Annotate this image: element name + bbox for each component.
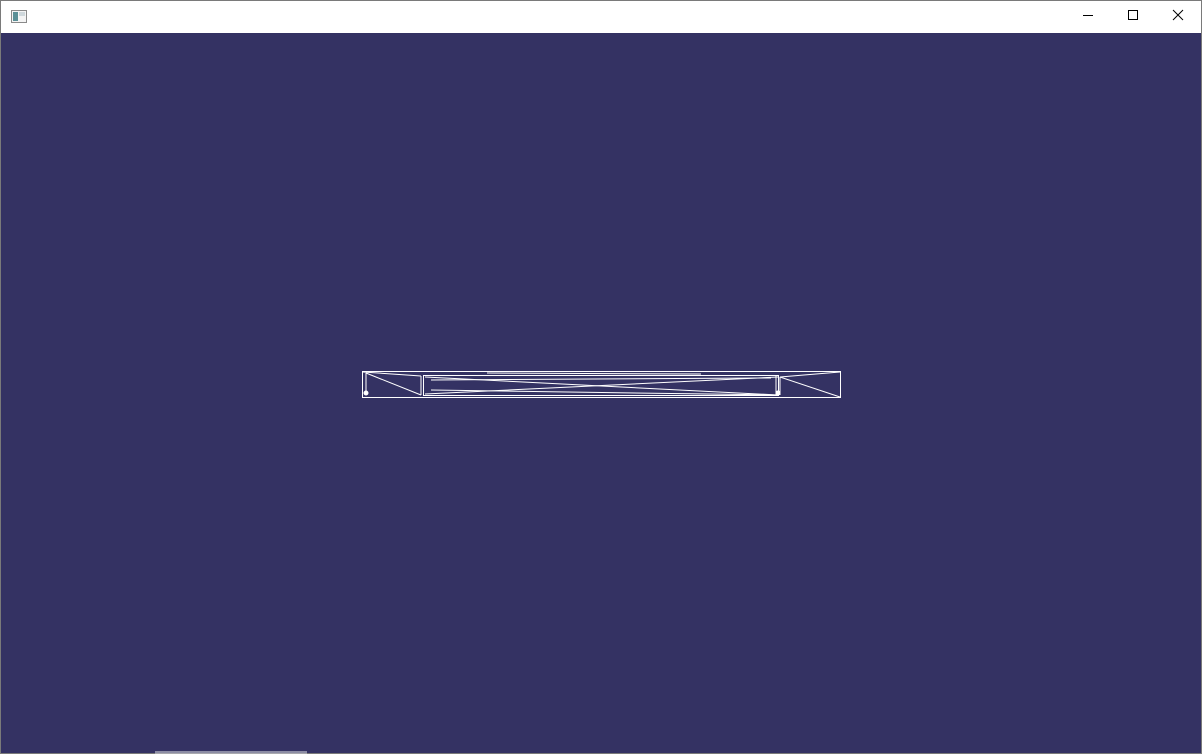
app-window-icon [11,10,27,23]
maximize-icon [1127,8,1139,26]
maximize-button[interactable] [1110,1,1156,33]
close-button[interactable] [1155,1,1201,33]
viewport-background [1,33,1201,753]
minimize-button[interactable] [1065,1,1111,33]
viewport-canvas[interactable] [1,33,1201,753]
minimize-icon [1082,8,1094,26]
mesh-vertex [775,390,781,396]
app-window [0,0,1202,754]
title-bar[interactable] [1,1,1201,33]
render-viewport[interactable] [1,33,1201,753]
mesh-vertex [363,390,369,396]
close-icon [1172,8,1184,26]
